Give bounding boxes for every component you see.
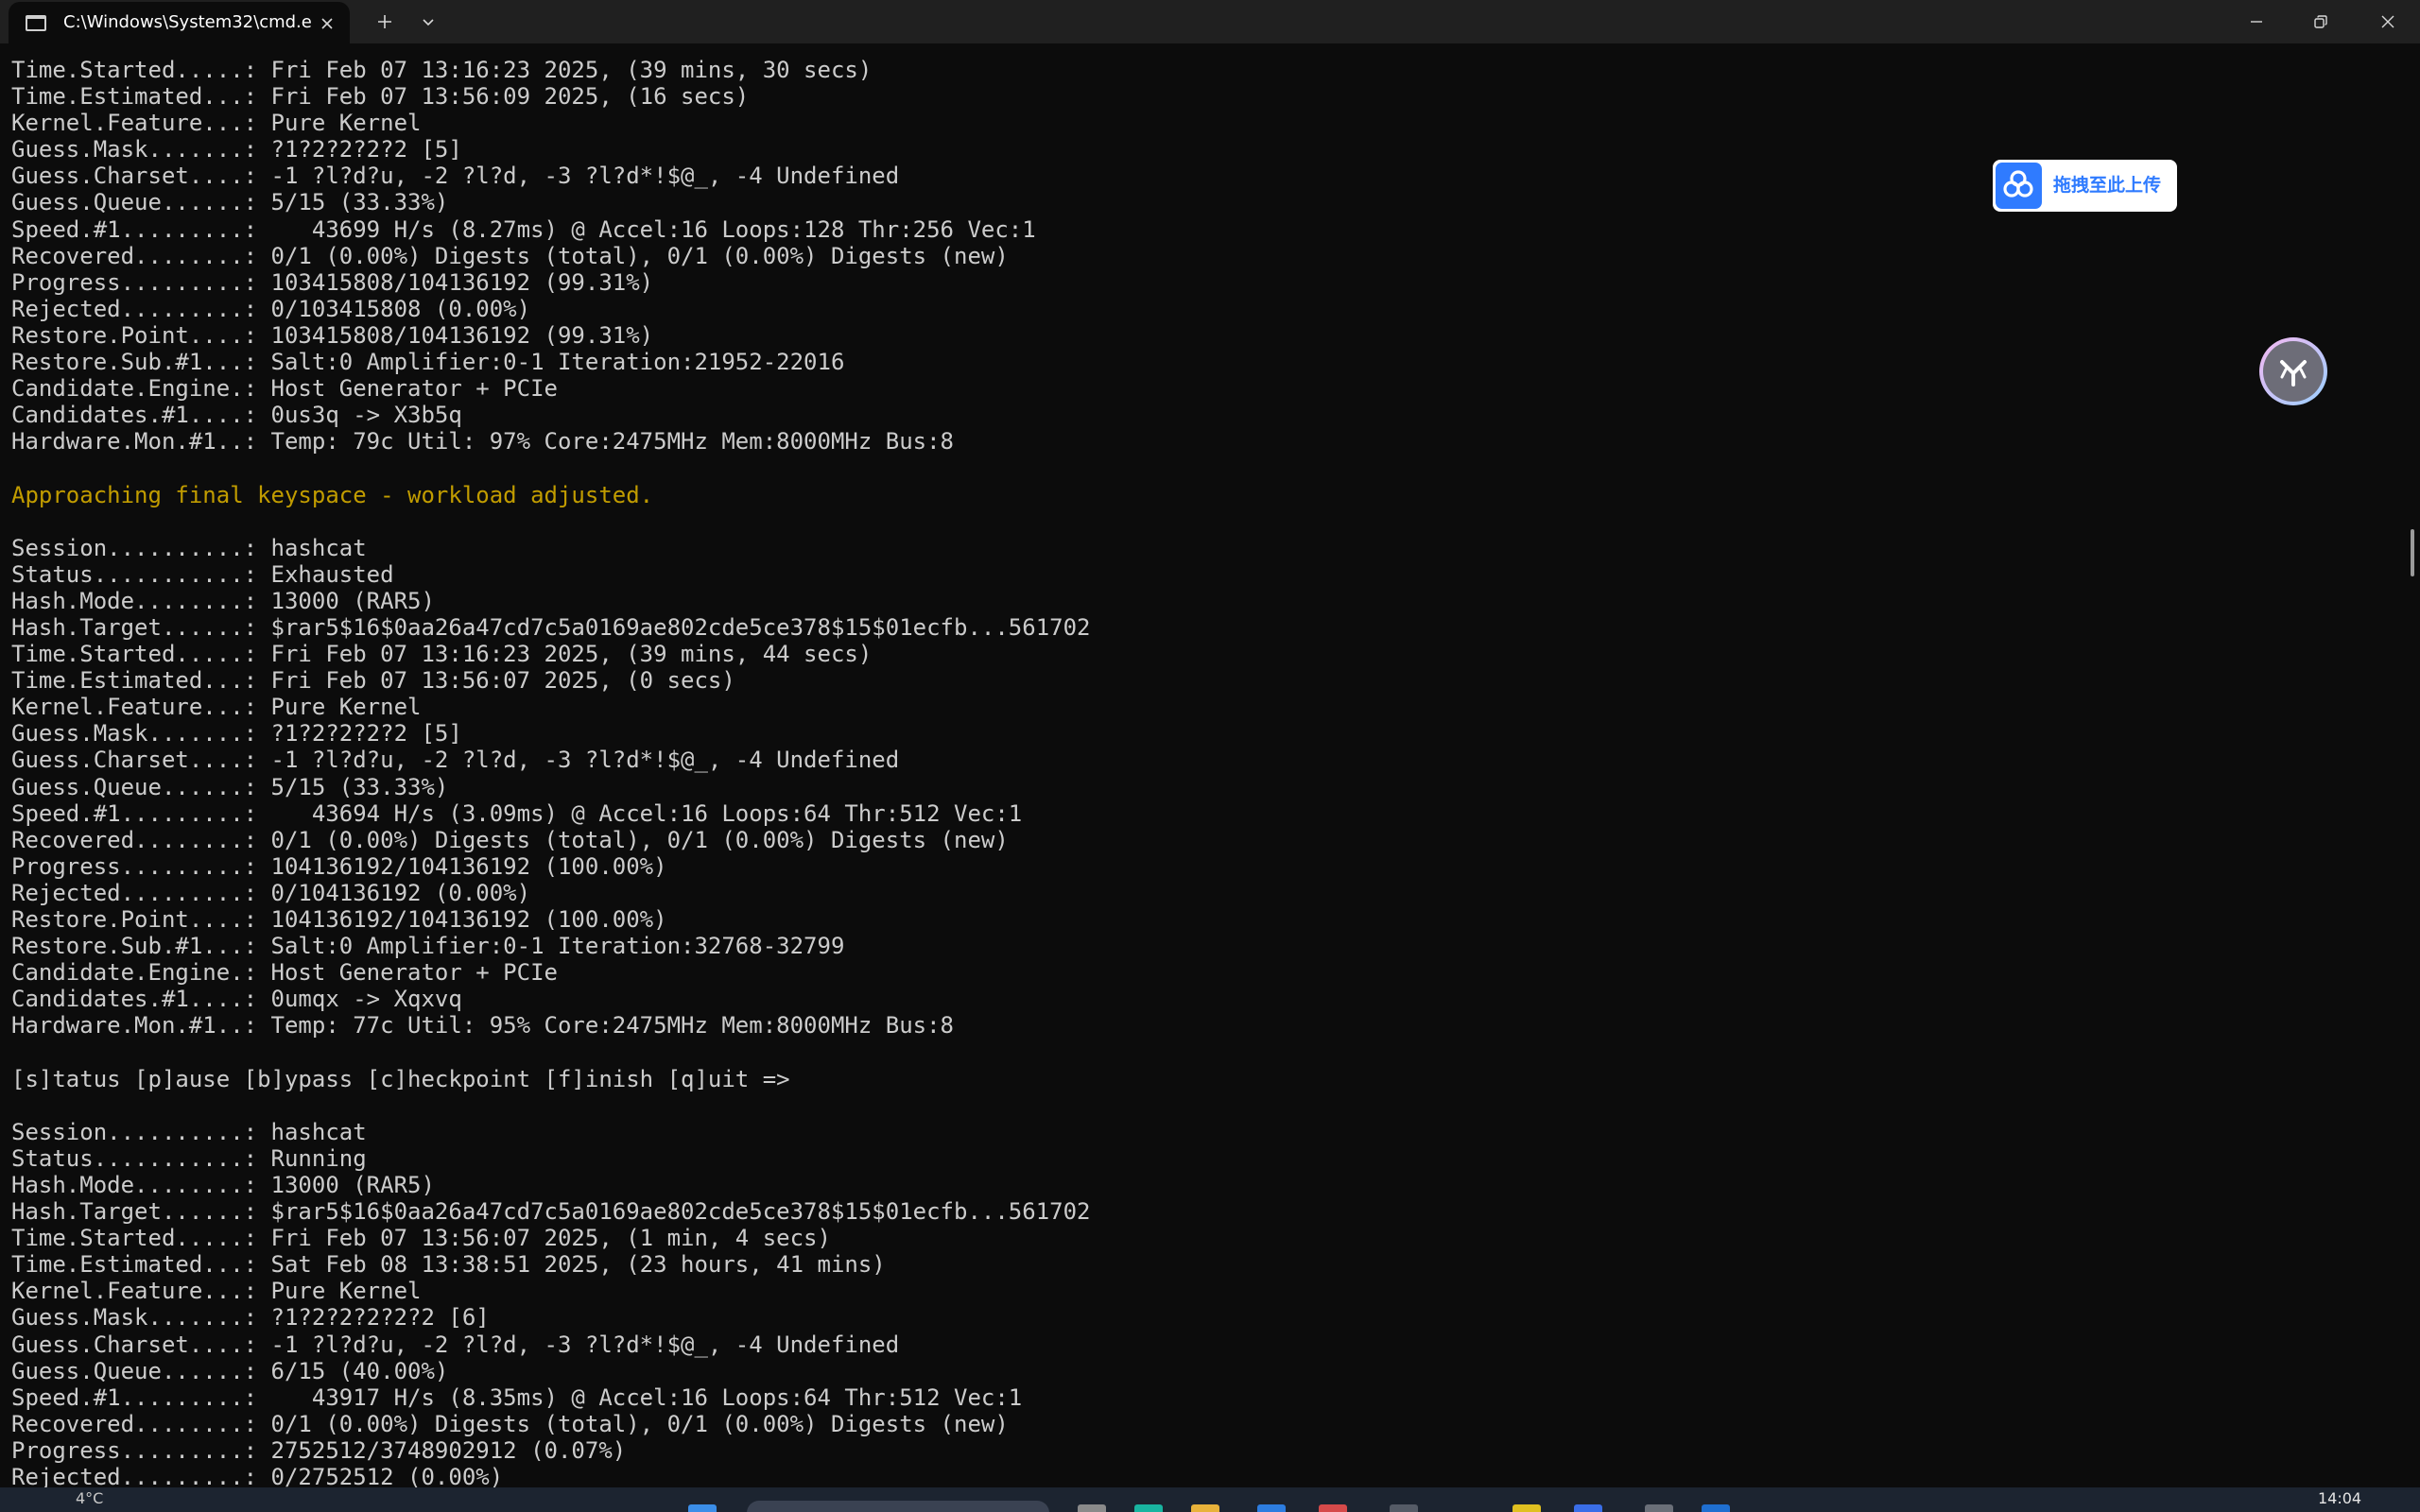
taskbar-explorer-icon[interactable] — [1191, 1504, 1219, 1512]
minimize-icon — [2251, 21, 2262, 23]
taskbar-app-icon[interactable] — [1702, 1504, 1730, 1512]
terminal-line: Guess.Mask.......: ?1?2?2?2?2?2 [6] — [11, 1304, 490, 1332]
terminal-line: Kernel.Feature...: Pure Kernel — [11, 1278, 422, 1305]
terminal-line: Progress.........: 104136192/104136192 (… — [11, 852, 667, 880]
taskbar-app-icon[interactable] — [1319, 1504, 1347, 1512]
terminal-line: Guess.Charset....: -1 ?l?d?u, -2 ?l?d, -… — [11, 1331, 900, 1358]
floating-assistant-button[interactable] — [2259, 337, 2327, 405]
taskbar-app-icon[interactable] — [1645, 1504, 1673, 1512]
tab-title: C:\Windows\System32\cmd.e — [63, 12, 311, 32]
terminal-line: Hardware.Mon.#1..: Temp: 79c Util: 97% C… — [11, 428, 954, 455]
terminal-line: Guess.Queue......: 6/15 (40.00%) — [11, 1357, 449, 1384]
terminal-line: Speed.#1.........: 43699 H/s (8.27ms) @ … — [11, 215, 1036, 243]
terminal-line: Candidate.Engine.: Host Generator + PCIe — [11, 375, 558, 403]
terminal-line: Speed.#1.........: 43694 H/s (3.09ms) @ … — [11, 799, 1023, 827]
scrollbar-thumb[interactable] — [2411, 529, 2414, 576]
terminal-line: Speed.#1.........: 43917 H/s (8.35ms) @ … — [11, 1383, 1023, 1411]
restore-button[interactable] — [2289, 0, 2353, 43]
terminal-line: Hash.Mode........: 13000 (RAR5) — [11, 1171, 435, 1198]
terminal-line: Progress.........: 103415808/104136192 (… — [11, 268, 654, 296]
terminal-line: Time.Started.....: Fri Feb 07 13:16:23 2… — [11, 641, 873, 668]
close-icon — [321, 18, 333, 29]
close-window-button[interactable] — [2356, 0, 2420, 43]
taskbar-app-icon[interactable] — [1257, 1504, 1286, 1512]
terminal-line: Guess.Mask.......: ?1?2?2?2?2 [5] — [11, 720, 462, 747]
terminal-line: Hash.Target......: $rar5$16$0aa26a47cd7c… — [11, 1198, 1091, 1226]
terminal-line: Recovered........: 0/1 (0.00%) Digests (… — [11, 1410, 1009, 1437]
command-prompt-icon — [26, 15, 46, 31]
taskbar-search-box[interactable] — [747, 1501, 1049, 1512]
taskbar-clock[interactable]: 14:04 — [2318, 1489, 2361, 1507]
title-bar: C:\Windows\System32\cmd.e — [0, 0, 2420, 43]
taskbar-start-icon[interactable] — [688, 1504, 717, 1512]
taskbar-app-icon[interactable] — [1078, 1504, 1106, 1512]
restore-icon — [2314, 15, 2327, 28]
terminal-lines: Time.Started.....: Fri Feb 07 13:16:23 2… — [0, 43, 2409, 1487]
terminal-line: Restore.Point....: 103415808/104136192 (… — [11, 321, 654, 349]
terminal-line: Candidates.#1....: 0us3q -> X3b5q — [11, 402, 462, 429]
terminal-line: Status...........: Exhausted — [11, 560, 394, 588]
terminal-line: Hash.Mode........: 13000 (RAR5) — [11, 587, 435, 614]
terminal-line: Guess.Charset....: -1 ?l?d?u, -2 ?l?d, -… — [11, 747, 900, 774]
upload-label: 拖拽至此上传 — [2053, 175, 2162, 196]
plus-icon — [378, 15, 391, 28]
taskbar-app-icon[interactable] — [1390, 1504, 1418, 1512]
terminal-output[interactable]: Time.Started.....: Fri Feb 07 13:16:23 2… — [0, 43, 2409, 1487]
terminal-line: Restore.Point....: 104136192/104136192 (… — [11, 906, 667, 933]
terminal-line: Status...........: Running — [11, 1144, 367, 1172]
terminal-line: Kernel.Feature...: Pure Kernel — [11, 694, 422, 721]
terminal-line: Time.Started.....: Fri Feb 07 13:16:23 2… — [11, 57, 873, 83]
new-tab-button[interactable] — [370, 8, 400, 36]
terminal-line: Candidates.#1....: 0umqx -> Xqxvq — [11, 986, 462, 1013]
terminal-line: Hash.Target......: $rar5$16$0aa26a47cd7c… — [11, 613, 1091, 641]
tab-close-button[interactable] — [313, 9, 341, 38]
terminal-line: Session..........: hashcat — [11, 1118, 367, 1145]
terminal-line: Rejected.........: 0/104136192 (0.00%) — [11, 879, 531, 906]
minimize-button[interactable] — [2224, 0, 2289, 43]
terminal-line: Restore.Sub.#1...: Salt:0 Amplifier:0-1 … — [11, 349, 845, 376]
close-icon — [2381, 15, 2394, 28]
terminal-line: Guess.Queue......: 5/15 (33.33%) — [11, 773, 449, 800]
baidu-netdisk-icon — [1996, 163, 2042, 209]
chevron-down-icon — [423, 19, 434, 26]
taskbar: 4°C 14:04 — [0, 1487, 2420, 1512]
terminal-line: Recovered........: 0/1 (0.00%) Digests (… — [11, 826, 1009, 853]
terminal-line: Restore.Sub.#1...: Salt:0 Amplifier:0-1 … — [11, 933, 845, 960]
terminal-line: Session..........: hashcat — [11, 534, 367, 561]
terminal-line: Candidate.Engine.: Host Generator + PCIe — [11, 959, 558, 987]
terminal-line: Rejected.........: 0/2752512 (0.00%) — [11, 1463, 504, 1487]
terminal-line: Time.Started.....: Fri Feb 07 13:56:07 2… — [11, 1225, 831, 1252]
tab-cmd[interactable]: C:\Windows\System32\cmd.e — [9, 2, 350, 43]
assistant-logo-icon — [2263, 341, 2324, 402]
terminal-line: Time.Estimated...: Fri Feb 07 13:56:09 2… — [11, 83, 750, 111]
taskbar-app-icon[interactable] — [1512, 1504, 1541, 1512]
tab-dropdown-button[interactable] — [413, 8, 443, 36]
terminal-line: Time.Estimated...: Fri Feb 07 13:56:07 2… — [11, 667, 735, 695]
terminal-line: Recovered........: 0/1 (0.00%) Digests (… — [11, 242, 1009, 269]
terminal-line: Kernel.Feature...: Pure Kernel — [11, 110, 422, 137]
terminal-warning-line: Approaching final keyspace - workload ad… — [11, 481, 654, 508]
taskbar-weather[interactable]: 4°C — [76, 1489, 103, 1507]
taskbar-edge-icon[interactable] — [1134, 1504, 1163, 1512]
terminal-line: Rejected.........: 0/103415808 (0.00%) — [11, 295, 531, 322]
terminal-line: Progress.........: 2752512/3748902912 (0… — [11, 1436, 627, 1464]
terminal-line: Hardware.Mon.#1..: Temp: 77c Util: 95% C… — [11, 1012, 954, 1040]
terminal-line: Time.Estimated...: Sat Feb 08 13:38:51 2… — [11, 1251, 886, 1279]
taskbar-app-icon[interactable] — [1574, 1504, 1602, 1512]
netdisk-upload-widget[interactable]: 拖拽至此上传 — [1993, 160, 2177, 212]
terminal-line: [s]tatus [p]ause [b]ypass [c]heckpoint [… — [11, 1065, 790, 1092]
